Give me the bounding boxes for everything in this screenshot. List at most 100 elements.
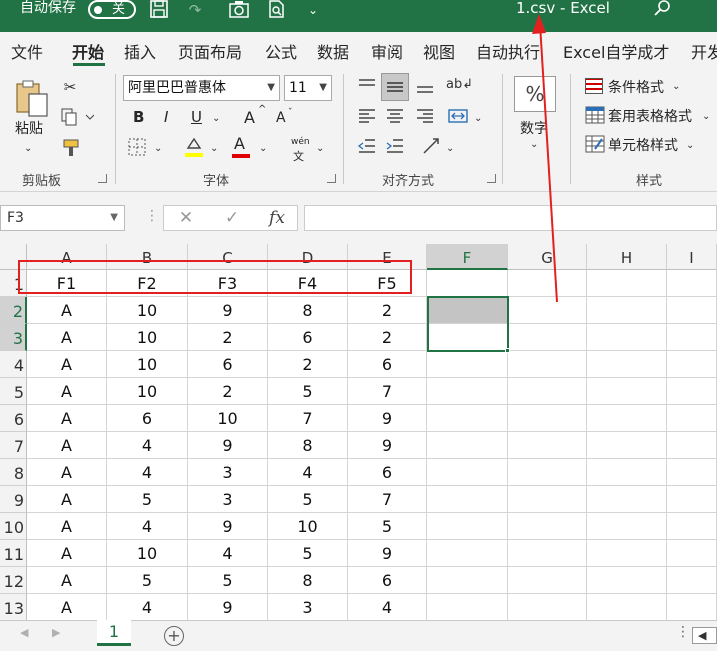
cell-a8[interactable]: A — [27, 459, 107, 486]
cell-c13[interactable]: 9 — [188, 594, 268, 620]
fill-handle[interactable] — [505, 348, 510, 353]
tab-insert[interactable]: 插入 — [124, 39, 156, 63]
cell-f6[interactable] — [427, 405, 508, 432]
cell-f5[interactable] — [427, 378, 508, 405]
cell-c8[interactable]: 3 — [188, 459, 268, 486]
cell-b3[interactable]: 10 — [107, 324, 188, 351]
cell-h4[interactable] — [587, 351, 667, 378]
number-format-icon[interactable]: % — [514, 76, 556, 112]
tab-developer[interactable]: 开发 — [691, 39, 717, 63]
cell-f13[interactable] — [427, 594, 508, 620]
cell-b6[interactable]: 6 — [107, 405, 188, 432]
conditional-format-button[interactable]: 条件格式 — [608, 77, 664, 97]
name-box[interactable]: F3 ▼ — [0, 205, 125, 231]
scroll-left-icon[interactable]: ◀ — [692, 627, 717, 644]
borders-dropdown-icon[interactable]: ⌄ — [154, 140, 162, 158]
row-header-9[interactable]: 9 — [0, 486, 27, 513]
phonetic-bottom[interactable]: 文 — [293, 148, 304, 164]
cell-a2[interactable]: A — [27, 297, 107, 324]
number-label[interactable]: 数字 — [520, 118, 548, 138]
merge-center-icon[interactable] — [446, 108, 470, 128]
tab-formulas[interactable]: 公式 — [265, 39, 297, 63]
cell-g5[interactable] — [508, 378, 587, 405]
scroll-split-icon[interactable]: ⋮ — [676, 624, 690, 640]
cell-d3[interactable]: 6 — [268, 324, 348, 351]
align-left-icon[interactable] — [355, 108, 379, 128]
cell-f9[interactable] — [427, 486, 508, 513]
top-align-icon[interactable] — [355, 78, 379, 98]
cell-e3[interactable]: 2 — [348, 324, 427, 351]
cell-d4[interactable]: 2 — [268, 351, 348, 378]
underline-dropdown-icon[interactable]: ⌄ — [212, 110, 220, 128]
sheet-next-icon[interactable]: ▶ — [52, 626, 60, 639]
font-color-button[interactable]: A — [234, 134, 245, 153]
column-header-h[interactable]: H — [587, 244, 667, 270]
cell-b12[interactable]: 5 — [107, 567, 188, 594]
cell-b4[interactable]: 10 — [107, 351, 188, 378]
cell-d11[interactable]: 5 — [268, 540, 348, 567]
cell-g11[interactable] — [508, 540, 587, 567]
align-center-icon[interactable] — [383, 108, 407, 128]
cell-g6[interactable] — [508, 405, 587, 432]
cell-c7[interactable]: 9 — [188, 432, 268, 459]
cell-d1[interactable]: F4 — [268, 270, 348, 297]
column-header-f[interactable]: F — [427, 244, 508, 270]
tab-home[interactable]: 开始 — [72, 39, 104, 63]
font-launcher-icon[interactable] — [327, 174, 336, 183]
decrease-indent-icon[interactable] — [355, 138, 379, 158]
add-sheet-button[interactable]: + — [164, 626, 184, 646]
cell-a13[interactable]: A — [27, 594, 107, 620]
cell-styles-button[interactable]: 单元格样式 — [608, 135, 678, 155]
paste-label[interactable]: 粘贴 — [15, 118, 43, 138]
cell-g12[interactable] — [508, 567, 587, 594]
alignment-launcher-icon[interactable] — [487, 174, 496, 183]
cell-i8[interactable] — [667, 459, 717, 486]
row-header-3[interactable]: 3 — [0, 324, 27, 351]
row-header-4[interactable]: 4 — [0, 351, 27, 378]
cell-f1[interactable] — [427, 270, 508, 297]
cell-i10[interactable] — [667, 513, 717, 540]
insert-function-icon[interactable]: fx — [257, 206, 297, 230]
cell-g7[interactable] — [508, 432, 587, 459]
cell-h7[interactable] — [587, 432, 667, 459]
cell-e4[interactable]: 6 — [348, 351, 427, 378]
redo-icon[interactable]: ↷ — [184, 0, 206, 20]
cell-e9[interactable]: 7 — [348, 486, 427, 513]
cell-h6[interactable] — [587, 405, 667, 432]
cell-h3[interactable] — [587, 324, 667, 351]
bottom-align-icon[interactable] — [413, 78, 437, 98]
cell-h9[interactable] — [587, 486, 667, 513]
cell-i3[interactable] — [667, 324, 717, 351]
tab-review[interactable]: 审阅 — [371, 39, 403, 63]
cell-b9[interactable]: 5 — [107, 486, 188, 513]
format-as-table-button[interactable]: 套用表格格式 — [608, 106, 692, 126]
cell-f3[interactable] — [427, 324, 508, 351]
cut-icon[interactable]: ✂ — [60, 78, 80, 96]
cell-f8[interactable] — [427, 459, 508, 486]
cell-g2[interactable] — [508, 297, 587, 324]
cell-d12[interactable]: 8 — [268, 567, 348, 594]
cell-b11[interactable]: 10 — [107, 540, 188, 567]
cell-a12[interactable]: A — [27, 567, 107, 594]
search-icon[interactable] — [653, 0, 671, 20]
column-header-g[interactable]: G — [508, 244, 587, 270]
cell-e8[interactable]: 6 — [348, 459, 427, 486]
cell-e11[interactable]: 9 — [348, 540, 427, 567]
orientation-icon[interactable] — [420, 136, 444, 160]
cell-b10[interactable]: 4 — [107, 513, 188, 540]
cell-f12[interactable] — [427, 567, 508, 594]
wrap-text-icon[interactable]: ab↲ — [446, 76, 473, 94]
cell-i1[interactable] — [667, 270, 717, 297]
cell-f7[interactable] — [427, 432, 508, 459]
cell-g13[interactable] — [508, 594, 587, 620]
font-size-select[interactable]: 11 ▼ — [284, 75, 332, 101]
table-dropdown-icon[interactable]: ⌄ — [702, 108, 710, 126]
cell-h5[interactable] — [587, 378, 667, 405]
cell-b1[interactable]: F2 — [107, 270, 188, 297]
cell-g8[interactable] — [508, 459, 587, 486]
row-header-11[interactable]: 11 — [0, 540, 27, 567]
cell-d2[interactable]: 8 — [268, 297, 348, 324]
underline-button[interactable]: U — [191, 108, 202, 126]
tab-page-layout[interactable]: 页面布局 — [178, 39, 242, 63]
cell-e6[interactable]: 9 — [348, 405, 427, 432]
